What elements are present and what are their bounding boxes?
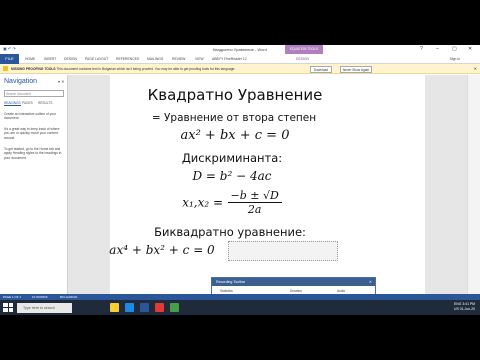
word-icon[interactable] bbox=[140, 303, 149, 312]
close-pane-icon[interactable]: ▾ ✕ bbox=[58, 79, 64, 84]
download-button[interactable]: Download bbox=[310, 65, 332, 73]
roots-formula: x₁,x₂ = −b ± √D 2a bbox=[0, 189, 472, 216]
tab-page-layout[interactable]: PAGE LAYOUT bbox=[85, 57, 108, 61]
recorder-icon[interactable] bbox=[155, 303, 164, 312]
tab-abbyy[interactable]: ABBYY FineReader 12 bbox=[212, 57, 247, 61]
tab-mailings[interactable]: MAILINGS bbox=[147, 57, 163, 61]
navigation-pane: Navigation ▾ ✕ Search document HEADINGS … bbox=[0, 75, 68, 294]
recording-toolbar-title: Recording Toolbar bbox=[216, 280, 246, 284]
taskbar-search-input[interactable]: Type here to search bbox=[17, 302, 72, 313]
screen: ▣ ↶ ↷ Квадратно Уравнение - Word EQUATIO… bbox=[0, 45, 480, 315]
message-title: MISSING PROOFING TOOLS bbox=[11, 67, 56, 71]
tab-home[interactable]: HOME bbox=[25, 57, 35, 61]
sign-in-link[interactable]: Sign in bbox=[450, 57, 460, 61]
recording-toolbar-header[interactable]: Recording Toolbar ✕ bbox=[212, 278, 375, 286]
help-icon[interactable]: ? bbox=[420, 46, 423, 52]
system-tray[interactable]: ENG 3:41 PM US 01-Jun-20 bbox=[454, 302, 475, 312]
tab-review[interactable]: REVIEW bbox=[172, 57, 185, 61]
warning-icon bbox=[3, 66, 8, 71]
app-icon[interactable] bbox=[170, 303, 179, 312]
ribbon-tabs: FILE HOME INSERT DESIGN PAGE LAYOUT REFE… bbox=[0, 54, 480, 64]
tab-equation-design[interactable]: DESIGN bbox=[296, 57, 309, 61]
document-heading: Квадратно Уравнение bbox=[147, 86, 323, 104]
tab-file[interactable]: FILE bbox=[0, 54, 19, 64]
navigation-title: Navigation bbox=[4, 78, 38, 85]
message-bar: MISSING PROOFING TOOLS This document con… bbox=[0, 64, 480, 74]
roots-fraction: −b ± √D 2a bbox=[227, 189, 282, 216]
roots-lhs: x₁,x₂ = bbox=[182, 195, 224, 210]
input-language[interactable]: ENG bbox=[454, 302, 461, 306]
message-text: This document contains text in Bulgarian… bbox=[56, 67, 236, 71]
restore-button[interactable]: ▢ bbox=[452, 46, 457, 52]
browser-icon[interactable] bbox=[125, 303, 134, 312]
file-explorer-icon[interactable] bbox=[110, 303, 119, 312]
roots-denominator: 2a bbox=[247, 203, 262, 216]
roots-numerator: −b ± √D bbox=[227, 189, 282, 203]
title-bar: ▣ ↶ ↷ Квадратно Уравнение - Word EQUATIO… bbox=[0, 45, 480, 54]
tab-design[interactable]: DESIGN bbox=[64, 57, 77, 61]
clock-time[interactable]: 3:41 PM bbox=[462, 302, 475, 306]
never-show-again-button[interactable]: Never Show Again bbox=[340, 65, 372, 73]
biquadratic-equation[interactable]: ax⁴ + bx² + c = 0 bbox=[42, 243, 282, 257]
biquadratic-label: Биквадратно уравнение: bbox=[154, 225, 306, 239]
window-title: Квадратно Уравнение - Word bbox=[213, 47, 267, 52]
taskbar: Type here to search ENG 3:41 PM US 01-Ju… bbox=[0, 300, 480, 315]
document-subtitle: = Уравнение от втора степен bbox=[151, 112, 317, 124]
windows-start-icon[interactable] bbox=[3, 303, 13, 312]
vertical-scrollbar[interactable] bbox=[467, 75, 480, 294]
tab-references[interactable]: REFERENCES bbox=[116, 57, 139, 61]
input-region[interactable]: US bbox=[454, 307, 459, 311]
quadratic-equation: ax² + bx + c = 0 bbox=[180, 128, 290, 143]
stat-label: Statistics bbox=[220, 289, 233, 293]
close-icon[interactable]: ✕ bbox=[369, 278, 372, 286]
tab-view[interactable]: VIEW bbox=[195, 57, 204, 61]
stat-label: Duration bbox=[290, 289, 303, 293]
discriminant-label: Дискриминанта: bbox=[181, 151, 283, 165]
tab-insert[interactable]: INSERT bbox=[44, 57, 56, 61]
close-button[interactable]: ✕ bbox=[468, 46, 472, 52]
context-tab-group: EQUATION TOOLS bbox=[285, 45, 323, 54]
minimize-button[interactable]: – bbox=[436, 46, 439, 52]
stat-label: Audio bbox=[337, 289, 346, 293]
close-icon[interactable]: ✕ bbox=[474, 66, 477, 71]
discriminant-equation: D = b² − 4ac bbox=[192, 169, 272, 183]
clock-date[interactable]: 01-Jun-20 bbox=[460, 307, 475, 311]
